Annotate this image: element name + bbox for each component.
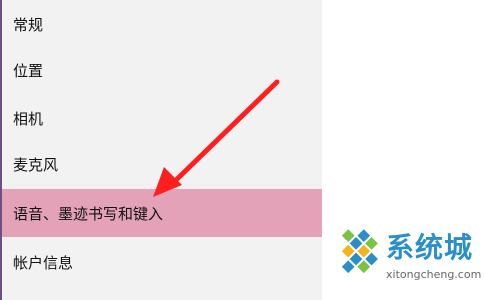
- watermark-title: 系统城: [386, 231, 474, 264]
- sidebar-item-account-info[interactable]: 帐户信息: [2, 238, 322, 286]
- sidebar-item-general[interactable]: 常规: [2, 0, 322, 48]
- sidebar-item-label: 麦克风: [13, 155, 59, 174]
- sidebar-item-microphone[interactable]: 麦克风: [2, 140, 322, 188]
- sidebar-item-location[interactable]: 位置: [2, 46, 322, 94]
- sidebar-item-label: 语音、墨迹书写和键入: [13, 204, 164, 223]
- sidebar-item-speech-inking-typing[interactable]: 语音、墨迹书写和键入: [2, 189, 322, 237]
- xitongcheng-logo-icon: [341, 229, 378, 274]
- xitongcheng-watermark: 系统城 xitongcheng.com: [330, 222, 482, 294]
- watermark-url: xitongcheng.com: [386, 268, 482, 281]
- sidebar-item-label: 帐户信息: [13, 253, 74, 272]
- settings-window: 常规 位置 相机 麦克风 语音、墨迹书写和键入 帐户信息 系统城 xitongc…: [0, 0, 484, 300]
- privacy-sidebar: 常规 位置 相机 麦克风 语音、墨迹书写和键入 帐户信息: [2, 0, 322, 300]
- sidebar-item-label: 相机: [13, 109, 44, 128]
- sidebar-item-camera[interactable]: 相机: [2, 94, 322, 142]
- sidebar-item-label: 常规: [13, 15, 44, 34]
- sidebar-item-label: 位置: [13, 61, 44, 80]
